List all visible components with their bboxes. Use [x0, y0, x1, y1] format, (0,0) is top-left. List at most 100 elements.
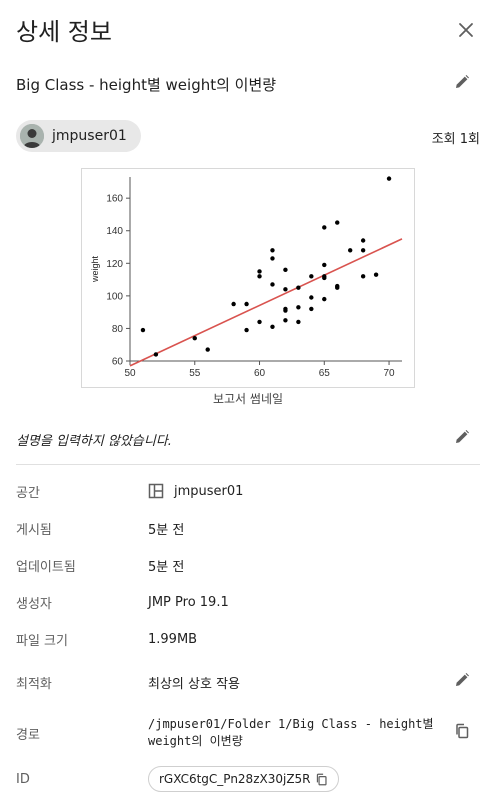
y-tick-label: 160 [106, 194, 123, 205]
optimization-label: 최적화 [16, 676, 52, 692]
data-point [257, 274, 262, 279]
data-point [257, 269, 262, 274]
y-tick-label: 120 [106, 259, 123, 270]
report-title: Big Class - height별 weight의 이변량 [16, 75, 277, 94]
data-point [244, 301, 249, 307]
pencil-icon [454, 429, 470, 450]
data-point [270, 324, 275, 330]
data-point [270, 282, 275, 287]
data-point [335, 220, 340, 225]
data-point [360, 248, 366, 253]
data-point [205, 347, 210, 352]
data-point [283, 287, 288, 292]
published-label: 게시됨 [16, 522, 52, 538]
file-size-label: 파일 크기 [16, 633, 68, 649]
x-tick-label: 70 [383, 368, 395, 379]
close-icon [457, 21, 475, 44]
detail-row-space: 공간 jmpuser01 [16, 480, 480, 502]
data-point [322, 275, 327, 281]
view-count: 조회 1회 [431, 132, 480, 147]
id-label: ID [16, 771, 30, 787]
data-point [153, 352, 159, 357]
x-tick-label: 55 [189, 368, 201, 379]
y-tick-label: 100 [106, 291, 123, 302]
data-point [322, 296, 327, 302]
space-layout-icon [148, 483, 164, 499]
data-point [283, 318, 288, 323]
published-value: 5분 전 [148, 522, 185, 538]
pencil-icon [454, 672, 470, 693]
data-point [309, 295, 314, 300]
y-tick-label: 140 [106, 226, 123, 237]
x-tick-label: 60 [254, 368, 266, 379]
data-point [257, 319, 262, 325]
description-row: 설명을 입력하지 않았습니다. [16, 424, 476, 454]
data-point [140, 327, 146, 333]
data-point [192, 336, 197, 341]
panel-title: 상세 정보 [16, 18, 112, 46]
description-text: 설명을 입력하지 않았습니다. [16, 433, 172, 449]
file-size-value: 1.99MB [148, 631, 198, 647]
data-point [244, 327, 249, 333]
detail-row-published: 게시됨 5분 전 [16, 517, 480, 539]
panel-header: 상세 정보 [16, 14, 484, 50]
detail-row-file-size: 파일 크기 1.99MB [16, 628, 480, 650]
detail-row-path: 경로 /jmpuser01/Folder 1/Big Class - heigh… [16, 714, 480, 752]
data-point [386, 176, 392, 181]
updated-label: 업데이트됨 [16, 559, 76, 575]
close-button[interactable] [452, 18, 480, 46]
y-axis-label: weight [90, 255, 100, 283]
data-point [296, 285, 301, 290]
data-point [322, 262, 327, 268]
y-tick-label: 60 [112, 357, 124, 368]
copy-icon [315, 773, 328, 786]
data-point [296, 319, 301, 325]
data-point [347, 248, 353, 253]
detail-row-updated: 업데이트됨 5분 전 [16, 554, 480, 576]
data-point [373, 272, 379, 277]
space-label: 공간 [16, 485, 40, 501]
edit-description-button[interactable] [448, 425, 476, 453]
data-point [231, 301, 236, 307]
updated-value: 5분 전 [148, 559, 185, 575]
copy-icon [454, 723, 470, 744]
thumbnail-caption: 보고서 썸네일 [212, 392, 284, 406]
x-tick-label: 65 [319, 368, 331, 379]
x-tick-label: 50 [124, 368, 136, 379]
id-value: rGXC6tgC_Pn28zX30jZ5R [159, 772, 311, 786]
edit-optimization-button[interactable] [448, 668, 476, 696]
data-point [270, 256, 275, 261]
data-point [360, 274, 366, 279]
creator-value: JMP Pro 19.1 [148, 594, 229, 610]
data-point [283, 308, 288, 313]
data-point [309, 274, 314, 279]
creator-label: 생성자 [16, 596, 52, 612]
detail-row-creator: 생성자 JMP Pro 19.1 [16, 591, 480, 613]
report-thumbnail[interactable]: 60 80 100 120 140 160 50 55 60 65 70 weight [81, 168, 415, 388]
data-point [283, 267, 288, 273]
owner-chip[interactable]: jmpuser01 [16, 120, 141, 152]
path-value: /jmpuser01/Folder 1/Big Class - height별 … [148, 717, 434, 748]
space-value-text: jmpuser01 [174, 483, 244, 499]
data-point [270, 248, 275, 253]
detail-row-optimization: 최적화 최상의 상호 작용 [16, 668, 480, 696]
data-point [335, 285, 340, 290]
data-point [322, 225, 327, 230]
owner-name: jmpuser01 [52, 128, 127, 144]
path-label: 경로 [16, 727, 40, 743]
divider [16, 464, 480, 465]
data-point [309, 306, 314, 312]
id-chip[interactable]: rGXC6tgC_Pn28zX30jZ5R [148, 766, 339, 792]
y-tick-label: 80 [112, 324, 124, 335]
pencil-icon [454, 74, 470, 95]
data-point [296, 305, 301, 310]
fit-line [129, 238, 403, 367]
detail-row-id: ID rGXC6tgC_Pn28zX30jZ5R [16, 765, 480, 793]
optimization-value: 최상의 상호 작용 [148, 676, 240, 692]
edit-title-button[interactable] [448, 70, 476, 98]
avatar-icon [20, 124, 44, 148]
report-title-row: Big Class - height별 weight의 이변량 [16, 70, 476, 98]
scatter-chart: 60 80 100 120 140 160 50 55 60 65 70 weight [90, 176, 403, 379]
copy-path-button[interactable] [448, 719, 476, 747]
space-value[interactable]: jmpuser01 [148, 483, 243, 499]
